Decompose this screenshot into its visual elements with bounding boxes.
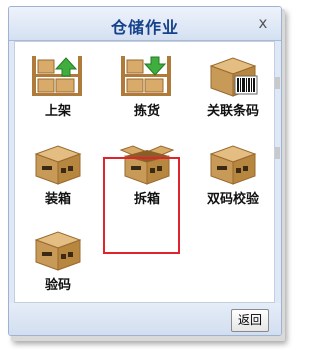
shelf-down-arrow-icon [121, 56, 171, 96]
dialog-title: 仓储作业 [110, 18, 179, 37]
tile-shelve[interactable]: 上架 [23, 54, 93, 124]
edge-tab [275, 77, 280, 89]
tile-pack[interactable]: 装箱 [23, 142, 93, 212]
tile-label: 验码 [44, 278, 71, 293]
box-icon [209, 145, 257, 185]
selection-highlight [103, 157, 180, 254]
edge-tab [275, 147, 280, 159]
tile-label: 双码校验 [206, 192, 259, 207]
tile-label: 关联条码 [206, 104, 259, 119]
tile-pick[interactable]: 拣货 [112, 54, 182, 124]
box-icon [34, 145, 82, 185]
back-button[interactable]: 返回 [231, 309, 269, 332]
operation-grid: 上架 拣货 关联条码 装箱 拆箱 双码校验 验码 [14, 41, 275, 303]
tile-link-barcode[interactable]: 关联条码 [198, 54, 268, 124]
tile-label: 拣货 [133, 104, 160, 119]
close-icon[interactable]: x [255, 15, 271, 31]
dialog-footer: 返回 [9, 303, 281, 335]
warehouse-dialog: 仓储作业 x 上架 拣货 关联条码 装箱 拆箱 双码校验 验码 返回 [8, 6, 282, 336]
title-bar: 仓储作业 x [9, 7, 281, 41]
box-barcode-icon [209, 57, 258, 97]
tile-verify-code[interactable]: 验码 [23, 228, 93, 298]
tile-dual-code-verify[interactable]: 双码校验 [198, 142, 268, 212]
tile-label: 上架 [44, 104, 71, 119]
box-icon [34, 231, 82, 271]
shelf-up-arrow-icon [32, 56, 82, 96]
tile-label: 装箱 [44, 192, 71, 207]
